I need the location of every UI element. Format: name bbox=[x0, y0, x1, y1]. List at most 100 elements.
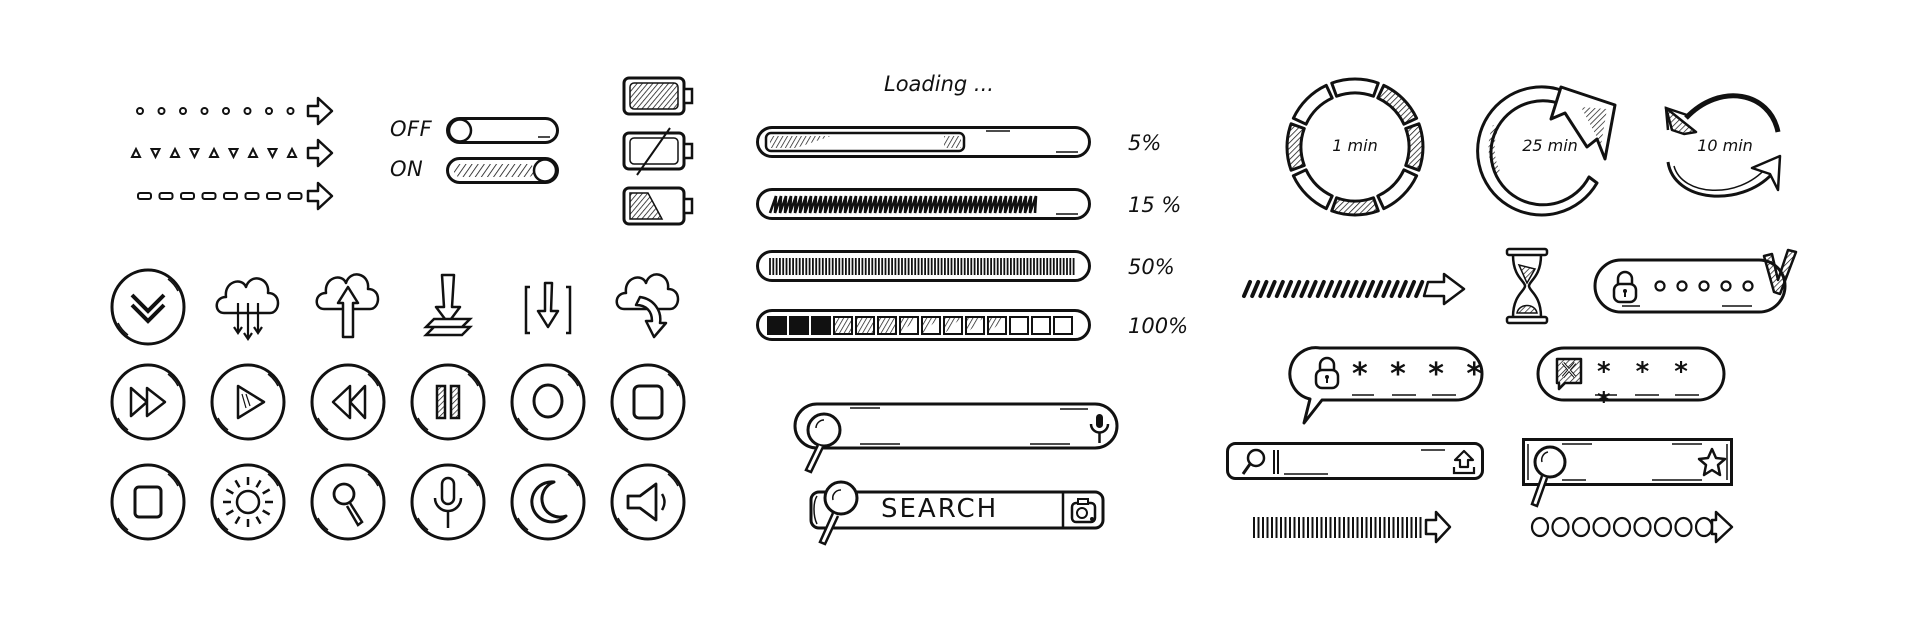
download-to-tray-icon bbox=[422, 273, 474, 337]
camera-icon[interactable] bbox=[1070, 497, 1098, 525]
brightness-icon[interactable] bbox=[208, 462, 288, 542]
icon-circle bbox=[110, 268, 186, 346]
password-field-error[interactable]: * * * * bbox=[1535, 345, 1730, 417]
password-dot bbox=[1698, 280, 1710, 292]
battery-low-icon bbox=[622, 186, 694, 226]
password-masked: * * * * bbox=[1352, 357, 1489, 392]
arrow-head bbox=[306, 96, 334, 126]
slash-marker bbox=[1274, 280, 1285, 298]
star-icon[interactable] bbox=[1697, 447, 1727, 477]
circle-marker bbox=[1653, 516, 1673, 538]
progress-segment bbox=[1031, 316, 1051, 335]
search-icon[interactable] bbox=[308, 462, 388, 542]
dashed-arrow-icon bbox=[137, 181, 334, 211]
search-input[interactable]: SEARCH bbox=[881, 494, 998, 524]
play-icon[interactable] bbox=[208, 362, 288, 442]
ring-segment bbox=[1330, 196, 1380, 217]
arrow-head bbox=[306, 138, 334, 168]
bar-arrow-icon bbox=[1253, 510, 1452, 544]
speaker-icon[interactable] bbox=[608, 462, 688, 542]
slash-marker bbox=[1348, 280, 1359, 298]
slash-marker bbox=[1315, 280, 1326, 298]
password-field-check[interactable] bbox=[1592, 248, 1802, 328]
password-dot bbox=[1742, 280, 1754, 292]
triangle-marker bbox=[188, 148, 201, 160]
password-dots bbox=[1652, 276, 1762, 300]
magnifier-icon bbox=[804, 412, 842, 474]
microphone-icon[interactable] bbox=[1088, 412, 1112, 444]
progress-segment bbox=[1053, 316, 1073, 335]
ring-segment bbox=[1376, 168, 1419, 211]
triangle-marker bbox=[227, 148, 240, 160]
triangle-marker bbox=[247, 146, 259, 158]
progress-bar-5 bbox=[756, 126, 1091, 158]
arrow-head bbox=[306, 181, 334, 211]
dot-marker bbox=[179, 107, 187, 115]
toggle-off-label: OFF bbox=[390, 117, 433, 141]
circle-marker bbox=[1551, 516, 1570, 538]
circle-marker bbox=[1694, 516, 1714, 538]
toggle-off-switch[interactable] bbox=[446, 117, 561, 145]
triangle-marker bbox=[169, 146, 181, 158]
double-chevron-down-icon[interactable] bbox=[108, 267, 188, 347]
slash-marker bbox=[1397, 280, 1408, 298]
dot-marker bbox=[157, 107, 166, 115]
dot-marker bbox=[136, 107, 144, 115]
circle-marker bbox=[1674, 516, 1693, 538]
slash-marker bbox=[1250, 280, 1261, 298]
magnifier-icon bbox=[818, 480, 859, 546]
password-field-bubble[interactable]: * * * * bbox=[1288, 345, 1492, 425]
progress-bar-100 bbox=[756, 309, 1091, 341]
circle-arrow-icon bbox=[1530, 510, 1734, 544]
pause-icon[interactable] bbox=[408, 362, 488, 442]
slash-marker bbox=[1283, 280, 1293, 298]
upload-icon[interactable] bbox=[1452, 449, 1476, 475]
toggle-on-label: ON bbox=[390, 157, 424, 181]
progress-segment bbox=[855, 316, 875, 335]
slash-arrow-icon bbox=[1242, 272, 1466, 306]
progress-segment bbox=[767, 316, 787, 335]
microphone-icon[interactable] bbox=[408, 462, 488, 542]
toggle-on-switch[interactable] bbox=[446, 157, 561, 185]
search-bar-mic[interactable] bbox=[790, 400, 1125, 475]
circle-marker bbox=[1530, 516, 1550, 538]
password-dot bbox=[1676, 280, 1688, 292]
slash-marker bbox=[1373, 280, 1384, 298]
slash-marker bbox=[1299, 280, 1310, 298]
progress-segment bbox=[833, 316, 853, 335]
magnifier-icon bbox=[1241, 448, 1266, 475]
fast-forward-icon[interactable] bbox=[108, 362, 188, 442]
dash-marker bbox=[137, 192, 152, 200]
moon-icon[interactable] bbox=[508, 462, 588, 542]
dot-marker bbox=[265, 107, 273, 115]
arrow-head bbox=[1422, 272, 1466, 306]
dash-marker bbox=[158, 192, 174, 200]
dash-marker bbox=[266, 192, 281, 200]
slash-marker bbox=[1266, 280, 1277, 298]
record-icon[interactable] bbox=[508, 362, 588, 442]
triangle-marker bbox=[130, 146, 142, 158]
password-dot bbox=[1720, 280, 1732, 292]
dash-marker bbox=[180, 192, 195, 200]
progress-bar-15 bbox=[756, 188, 1091, 220]
slash-marker bbox=[1414, 280, 1425, 298]
ring-segment bbox=[1291, 168, 1334, 211]
slash-marker bbox=[1381, 280, 1392, 298]
dot-marker bbox=[243, 107, 252, 115]
rewind-icon[interactable] bbox=[308, 362, 388, 442]
stop-square-icon[interactable] bbox=[108, 462, 188, 542]
slash-marker bbox=[1332, 280, 1343, 298]
ring-segment bbox=[1285, 122, 1306, 172]
stop-icon[interactable] bbox=[608, 362, 688, 442]
search-bar-star[interactable] bbox=[1522, 438, 1737, 513]
dot-marker bbox=[222, 107, 230, 115]
dash-marker bbox=[223, 192, 238, 200]
progress-bar-50 bbox=[756, 250, 1091, 282]
progress-fill bbox=[769, 258, 1075, 275]
ring-segment bbox=[1330, 77, 1380, 98]
search-bar-camera[interactable]: SEARCH bbox=[805, 480, 1110, 550]
timer-label-25min: 25 min bbox=[1522, 136, 1578, 155]
password-dot bbox=[1654, 280, 1666, 292]
search-bar-upload[interactable] bbox=[1226, 442, 1486, 482]
progress-segment bbox=[1009, 316, 1029, 335]
